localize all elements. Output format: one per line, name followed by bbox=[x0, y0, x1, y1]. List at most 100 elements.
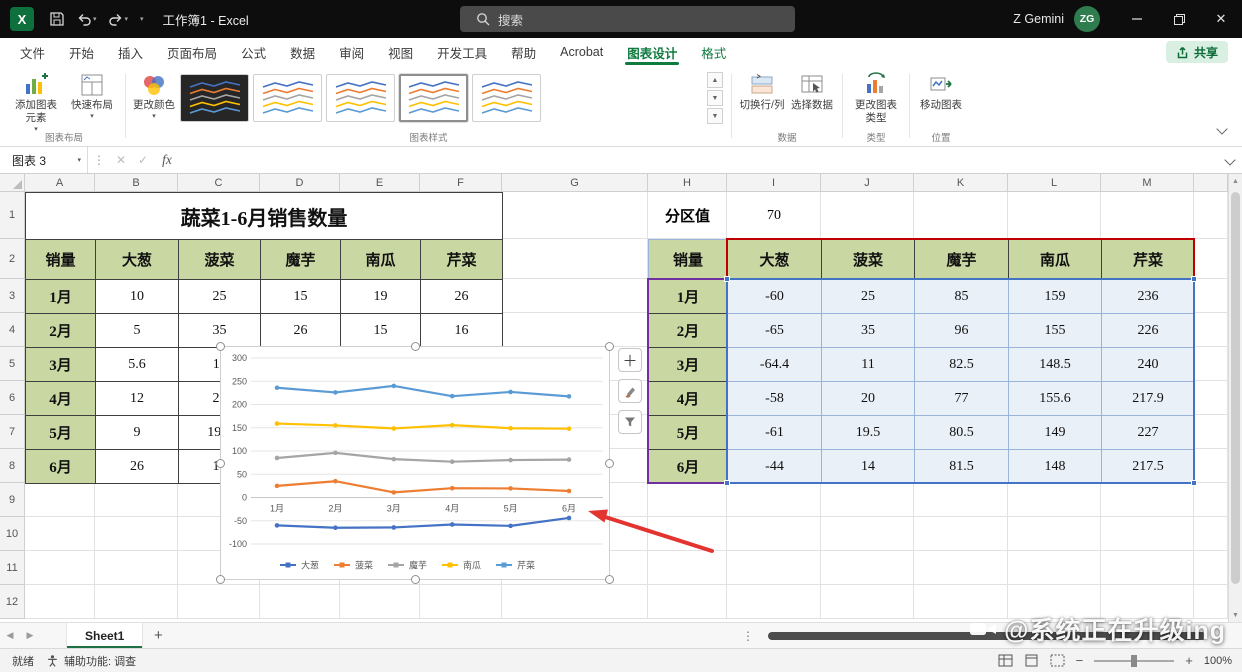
chart-styles-button[interactable] bbox=[618, 379, 642, 403]
chart-elements-button[interactable]: ＋ bbox=[618, 348, 642, 372]
left-value-cell[interactable]: 26 bbox=[261, 314, 341, 348]
row-header-3[interactable]: 3 bbox=[0, 279, 25, 313]
row-header-9[interactable]: 9 bbox=[0, 483, 25, 517]
tab-帮助[interactable]: 帮助 bbox=[499, 38, 548, 66]
grid-cell[interactable] bbox=[1101, 192, 1194, 239]
grid-cell[interactable] bbox=[1008, 517, 1101, 551]
column-header-A[interactable]: A bbox=[25, 174, 95, 192]
change-chart-type-button[interactable]: 更改图表类型 bbox=[849, 69, 903, 128]
right-value-cell[interactable]: -61 bbox=[728, 416, 822, 450]
tab-插入[interactable]: 插入 bbox=[106, 38, 155, 66]
left-value-cell[interactable]: 9 bbox=[96, 416, 179, 450]
right-value-cell[interactable]: 77 bbox=[915, 382, 1009, 416]
quick-access-menu-button[interactable]: ▾ bbox=[135, 6, 148, 32]
chart-style-thumbnail-4[interactable] bbox=[399, 74, 468, 122]
grid-cell[interactable] bbox=[914, 483, 1008, 517]
left-header-cell[interactable]: 菠菜 bbox=[179, 240, 261, 280]
excel-app-icon[interactable]: X bbox=[10, 7, 34, 31]
left-value-cell[interactable]: 19 bbox=[341, 280, 421, 314]
gallery-more-button[interactable]: ▼ bbox=[707, 108, 723, 124]
right-value-cell[interactable]: 81.5 bbox=[915, 450, 1009, 484]
right-value-cell[interactable]: -65 bbox=[728, 314, 822, 348]
right-value-cell[interactable]: 217.9 bbox=[1102, 382, 1195, 416]
column-header-G[interactable]: G bbox=[502, 174, 648, 192]
prev-sheet-arrow[interactable]: ◀ bbox=[0, 630, 20, 641]
grid-cell[interactable] bbox=[648, 585, 727, 619]
next-sheet-arrow[interactable]: ▶ bbox=[20, 630, 40, 641]
grid-cell[interactable] bbox=[25, 551, 95, 585]
grid-cell[interactable] bbox=[502, 585, 648, 619]
add-chart-element-button[interactable]: 添加图表元素 ▾ bbox=[9, 69, 63, 136]
chart-style-thumbnail-5[interactable] bbox=[472, 74, 541, 122]
cancel-entry-icon[interactable]: ✕ bbox=[110, 153, 132, 167]
chart-resize-handle[interactable] bbox=[410, 342, 420, 351]
right-value-cell[interactable]: -60 bbox=[728, 280, 822, 314]
row-header-11[interactable]: 11 bbox=[0, 551, 25, 585]
left-month-cell[interactable]: 1月 bbox=[26, 280, 96, 314]
right-header-cell[interactable]: 芹菜 bbox=[1102, 240, 1195, 280]
grid-cell[interactable] bbox=[821, 551, 914, 585]
column-header-E[interactable]: E bbox=[340, 174, 420, 192]
chart-resize-handle[interactable] bbox=[605, 458, 614, 468]
right-header-cell[interactable]: 南瓜 bbox=[1009, 240, 1102, 280]
select-all-corner[interactable] bbox=[0, 174, 25, 192]
column-header-L[interactable]: L bbox=[1008, 174, 1101, 192]
right-value-cell[interactable]: 35 bbox=[822, 314, 915, 348]
grid-cell[interactable] bbox=[821, 192, 914, 239]
tab-公式[interactable]: 公式 bbox=[229, 38, 278, 66]
right-header-cell[interactable]: 魔芋 bbox=[915, 240, 1009, 280]
grid-cell[interactable] bbox=[1101, 483, 1194, 517]
zoom-slider-thumb[interactable] bbox=[1131, 654, 1138, 667]
left-value-cell[interactable]: 25 bbox=[179, 280, 261, 314]
chart-style-thumbnail-1[interactable] bbox=[180, 74, 249, 122]
grid-cell[interactable] bbox=[914, 192, 1008, 239]
chart-style-thumbnail-3[interactable] bbox=[326, 74, 395, 122]
chart-resize-handle[interactable] bbox=[216, 458, 225, 468]
chart-style-thumbnail-2[interactable] bbox=[253, 74, 322, 122]
grid-cell[interactable] bbox=[914, 551, 1008, 585]
right-value-cell[interactable]: 159 bbox=[1009, 280, 1102, 314]
chart-resize-handle[interactable] bbox=[605, 342, 614, 351]
right-value-cell[interactable]: 155.6 bbox=[1009, 382, 1102, 416]
row-header-7[interactable]: 7 bbox=[0, 415, 25, 449]
left-value-cell[interactable]: 15 bbox=[261, 280, 341, 314]
zoom-slider[interactable] bbox=[1094, 654, 1175, 667]
tab-数据[interactable]: 数据 bbox=[278, 38, 327, 66]
chart-resize-handle[interactable] bbox=[216, 575, 225, 584]
left-month-cell[interactable]: 5月 bbox=[26, 416, 96, 450]
left-value-cell[interactable]: 26 bbox=[421, 280, 503, 314]
tab-格式[interactable]: 格式 bbox=[689, 38, 738, 66]
right-month-cell[interactable]: 4月 bbox=[649, 382, 728, 416]
left-value-cell[interactable]: 10 bbox=[96, 280, 179, 314]
chart-object[interactable]: -100 -50 0 50 100 150 200 250 300 1月 2月 3月 4月 5月 6月 大葱 菠… bbox=[216, 342, 614, 584]
column-header-H[interactable]: H bbox=[648, 174, 727, 192]
vertical-scroll-thumb[interactable] bbox=[1231, 192, 1240, 584]
grid-cell[interactable] bbox=[25, 585, 95, 619]
save-button[interactable] bbox=[45, 6, 69, 32]
right-value-cell[interactable]: 96 bbox=[915, 314, 1009, 348]
grid-cell[interactable] bbox=[727, 517, 821, 551]
tab-开发工具[interactable]: 开发工具 bbox=[425, 38, 499, 66]
minimize-button[interactable] bbox=[1116, 0, 1158, 38]
tab-审阅[interactable]: 审阅 bbox=[327, 38, 376, 66]
grid-cell[interactable] bbox=[95, 551, 178, 585]
gallery-down-button[interactable]: ▼ bbox=[707, 90, 723, 106]
grid-cell[interactable] bbox=[260, 585, 340, 619]
left-value-cell[interactable]: 16 bbox=[421, 314, 503, 348]
right-month-cell[interactable]: 1月 bbox=[649, 280, 728, 314]
grid-cell[interactable] bbox=[1194, 449, 1228, 483]
accessibility-status[interactable]: 辅助功能: 调查 bbox=[46, 653, 136, 669]
formula-input[interactable] bbox=[180, 147, 1226, 173]
right-month-cell[interactable]: 2月 bbox=[649, 314, 728, 348]
name-box[interactable]: 图表 3 ▾ bbox=[0, 147, 88, 173]
right-value-cell[interactable]: 85 bbox=[915, 280, 1009, 314]
column-header-J[interactable]: J bbox=[821, 174, 914, 192]
column-header-K[interactable]: K bbox=[914, 174, 1008, 192]
right-value-cell[interactable]: 19.5 bbox=[822, 416, 915, 450]
right-value-cell[interactable]: 14 bbox=[822, 450, 915, 484]
grid-cell[interactable] bbox=[178, 585, 260, 619]
right-value-cell[interactable]: -44 bbox=[728, 450, 822, 484]
right-month-cell[interactable]: 5月 bbox=[649, 416, 728, 450]
left-value-cell[interactable]: 26 bbox=[96, 450, 179, 484]
grid-cell[interactable] bbox=[95, 585, 178, 619]
